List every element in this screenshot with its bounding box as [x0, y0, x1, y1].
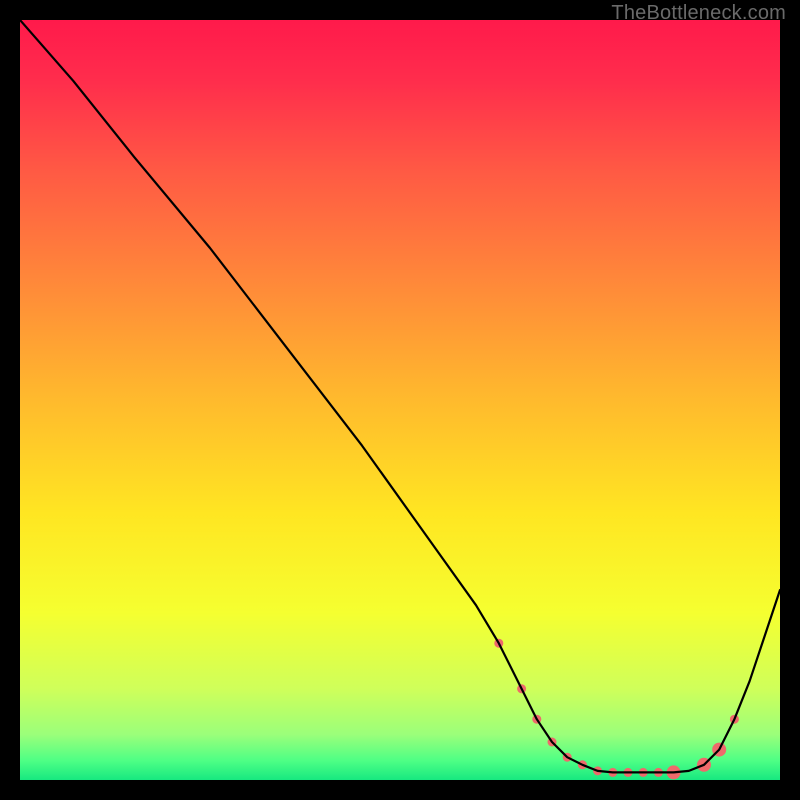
- chart-svg: [20, 20, 780, 780]
- plot-area: [20, 20, 780, 780]
- gradient-background: [20, 20, 780, 780]
- chart-container: TheBottleneck.com: [0, 0, 800, 800]
